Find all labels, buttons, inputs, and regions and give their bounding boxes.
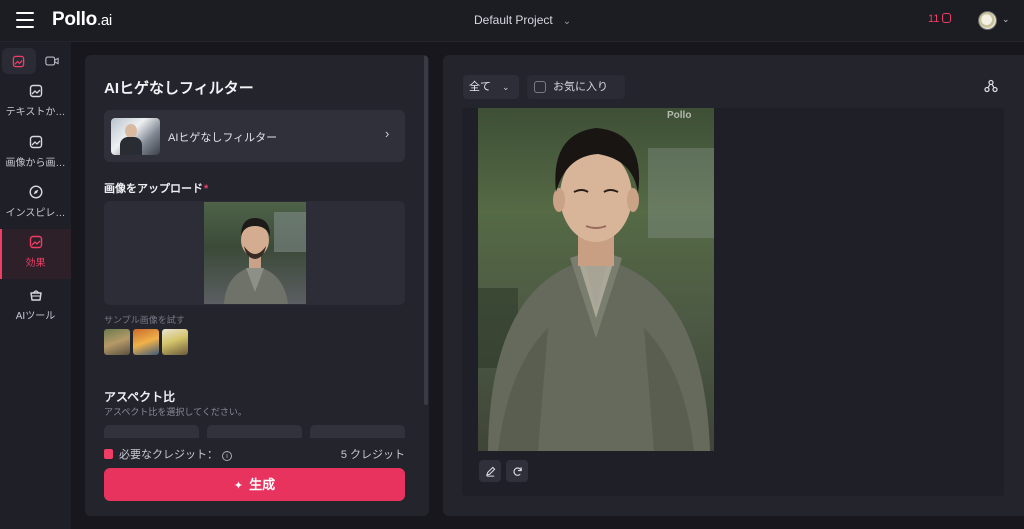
edit-icon	[485, 466, 495, 477]
watermark: Pollo	[667, 110, 692, 121]
tab-image[interactable]	[2, 48, 36, 74]
credits-count: 11	[928, 13, 940, 25]
panel-title: AIヒゲなしフィルター	[104, 80, 254, 97]
favorites-checkbox[interactable]: お気に入り	[527, 75, 625, 99]
aspect-ratio-option[interactable]	[207, 425, 302, 439]
chevron-down-icon: ⌄	[502, 82, 510, 92]
uploaded-image	[204, 202, 306, 304]
database-icon	[942, 13, 952, 23]
sample-label: サンプル画像を試す	[104, 315, 185, 325]
settings-panel: AIヒゲなしフィルター AIヒゲなしフィルター › 画像をアップロード* サンプ…	[85, 55, 429, 516]
sidebar-item-label: 効果	[25, 258, 46, 269]
aspect-ratio-options	[104, 425, 405, 439]
project-selector[interactable]: Default Project ⌄	[474, 13, 571, 27]
sidebar-item-image-to-image[interactable]: 画像から画…	[0, 135, 71, 183]
menu-icon[interactable]	[16, 12, 34, 28]
tab-video[interactable]	[36, 48, 70, 74]
sidebar-item-effects[interactable]: 効果	[0, 229, 71, 279]
effect-selector[interactable]: AIヒゲなしフィルター ›	[104, 110, 405, 162]
credit-cost: 5 クレジット	[340, 449, 405, 461]
sidebar-item-label: 画像から画…	[5, 158, 66, 169]
compass-icon	[28, 185, 43, 199]
result-image[interactable]: Pollo	[478, 108, 714, 451]
sample-images	[104, 329, 188, 355]
sample-image[interactable]	[162, 329, 188, 355]
sample-image[interactable]	[104, 329, 130, 355]
credits-badge[interactable]: 11	[928, 13, 952, 25]
database-icon	[104, 449, 113, 459]
logo-main: Pollo	[52, 9, 97, 30]
effect-name: AIヒゲなしフィルター	[168, 132, 278, 144]
panel-footer: 必要なクレジット： i 5 クレジット ✦ 生成	[85, 438, 429, 516]
results-area: Pollo	[462, 108, 1004, 496]
favorites-label: お気に入り	[553, 81, 608, 93]
credit-label: 必要なクレジット：	[119, 449, 218, 461]
image-icon	[29, 235, 42, 249]
avatar[interactable]	[978, 11, 997, 30]
basket-icon	[29, 290, 42, 301]
image-icon	[29, 84, 42, 98]
generate-label: 生成	[249, 477, 276, 492]
upload-label: 画像をアップロード*	[104, 180, 208, 196]
sidebar-item-label: テキストか…	[5, 107, 66, 118]
project-name: Default Project	[474, 13, 553, 27]
aspect-ratio-title: アスペクト比	[104, 390, 176, 404]
sidebar-item-ai-tools[interactable]: AIツール	[0, 288, 71, 336]
aspect-ratio-option[interactable]	[310, 425, 405, 439]
sidebar-item-text-to-image[interactable]: テキストか…	[0, 84, 71, 132]
edit-button[interactable]	[479, 460, 501, 482]
checkbox[interactable]	[534, 81, 546, 93]
portrait-illustration	[478, 128, 714, 451]
credit-cost-row: 必要なクレジット： i 5 クレジット	[104, 446, 405, 462]
results-gallery: 全て ⌄ お気に入り Pollo	[443, 55, 1024, 516]
generate-button[interactable]: ✦ 生成	[104, 468, 405, 501]
refresh-icon	[512, 466, 522, 476]
sample-image[interactable]	[133, 329, 159, 355]
left-rail: テキストか… 画像から画… インスピレ… 効果 AIツール	[0, 42, 71, 529]
video-icon	[45, 56, 59, 66]
rail-tabs	[2, 48, 69, 74]
upload-dropzone[interactable]	[104, 201, 405, 305]
chevron-down-icon[interactable]: ⌄	[1002, 14, 1010, 25]
sidebar-item-label: インスピレ…	[5, 208, 66, 219]
upload-label-text: 画像をアップロード	[104, 183, 203, 195]
logo[interactable]: Pollo.ai	[52, 9, 112, 31]
info-icon[interactable]: i	[222, 451, 232, 461]
chevron-right-icon: ›	[385, 126, 390, 141]
logo-suffix: .ai	[96, 12, 112, 29]
portrait-illustration	[224, 212, 306, 304]
regenerate-button[interactable]	[506, 460, 528, 482]
aspect-ratio-option[interactable]	[104, 425, 199, 439]
required-mark: *	[204, 183, 209, 195]
filter-value: 全て	[469, 81, 491, 93]
effect-thumbnail	[111, 118, 160, 155]
image-icon	[12, 55, 25, 67]
panel-scrollbar[interactable]	[424, 55, 428, 405]
sidebar-item-inspiration[interactable]: インスピレ…	[0, 185, 71, 233]
chevron-down-icon: ⌄	[562, 16, 572, 27]
share-icon[interactable]	[984, 79, 998, 93]
image-icon	[29, 135, 42, 149]
top-bar: Pollo.ai Default Project ⌄ 11 ⌄	[0, 0, 1024, 42]
aspect-ratio-subtitle: アスペクト比を選択してください。	[104, 407, 247, 417]
sidebar-item-label: AIツール	[15, 311, 56, 322]
sparkle-icon: ✦	[233, 480, 244, 492]
filter-select[interactable]: 全て ⌄	[463, 75, 519, 99]
